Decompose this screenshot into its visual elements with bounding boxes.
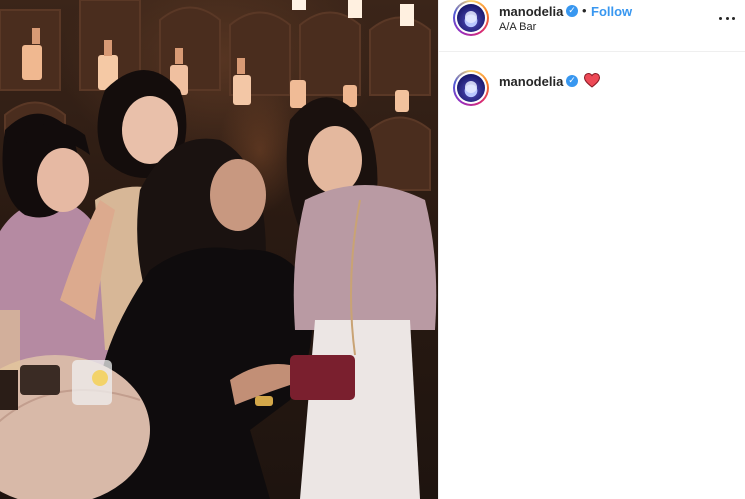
separator-dot: • bbox=[582, 3, 587, 18]
comment-username[interactable]: manodelia bbox=[499, 74, 563, 89]
red-heart-icon bbox=[584, 73, 600, 88]
avatar-image bbox=[457, 74, 485, 102]
profile-avatar[interactable] bbox=[453, 0, 489, 36]
comment-avatar[interactable] bbox=[453, 70, 489, 106]
post-header: manodelia ✓ • Follow A/A Bar bbox=[439, 0, 745, 52]
more-options-icon[interactable] bbox=[719, 10, 735, 26]
post-location[interactable]: A/A Bar bbox=[499, 21, 536, 33]
post-username[interactable]: manodelia bbox=[499, 4, 563, 19]
post-side-panel: manodelia ✓ • Follow A/A Bar manodelia ✓ bbox=[438, 0, 745, 499]
verified-badge-icon: ✓ bbox=[566, 75, 578, 87]
post-photo[interactable] bbox=[0, 0, 438, 499]
photo-illustration bbox=[0, 0, 437, 499]
verified-badge-icon: ✓ bbox=[566, 5, 578, 17]
avatar-image bbox=[457, 4, 485, 32]
follow-button[interactable]: Follow bbox=[591, 4, 632, 19]
